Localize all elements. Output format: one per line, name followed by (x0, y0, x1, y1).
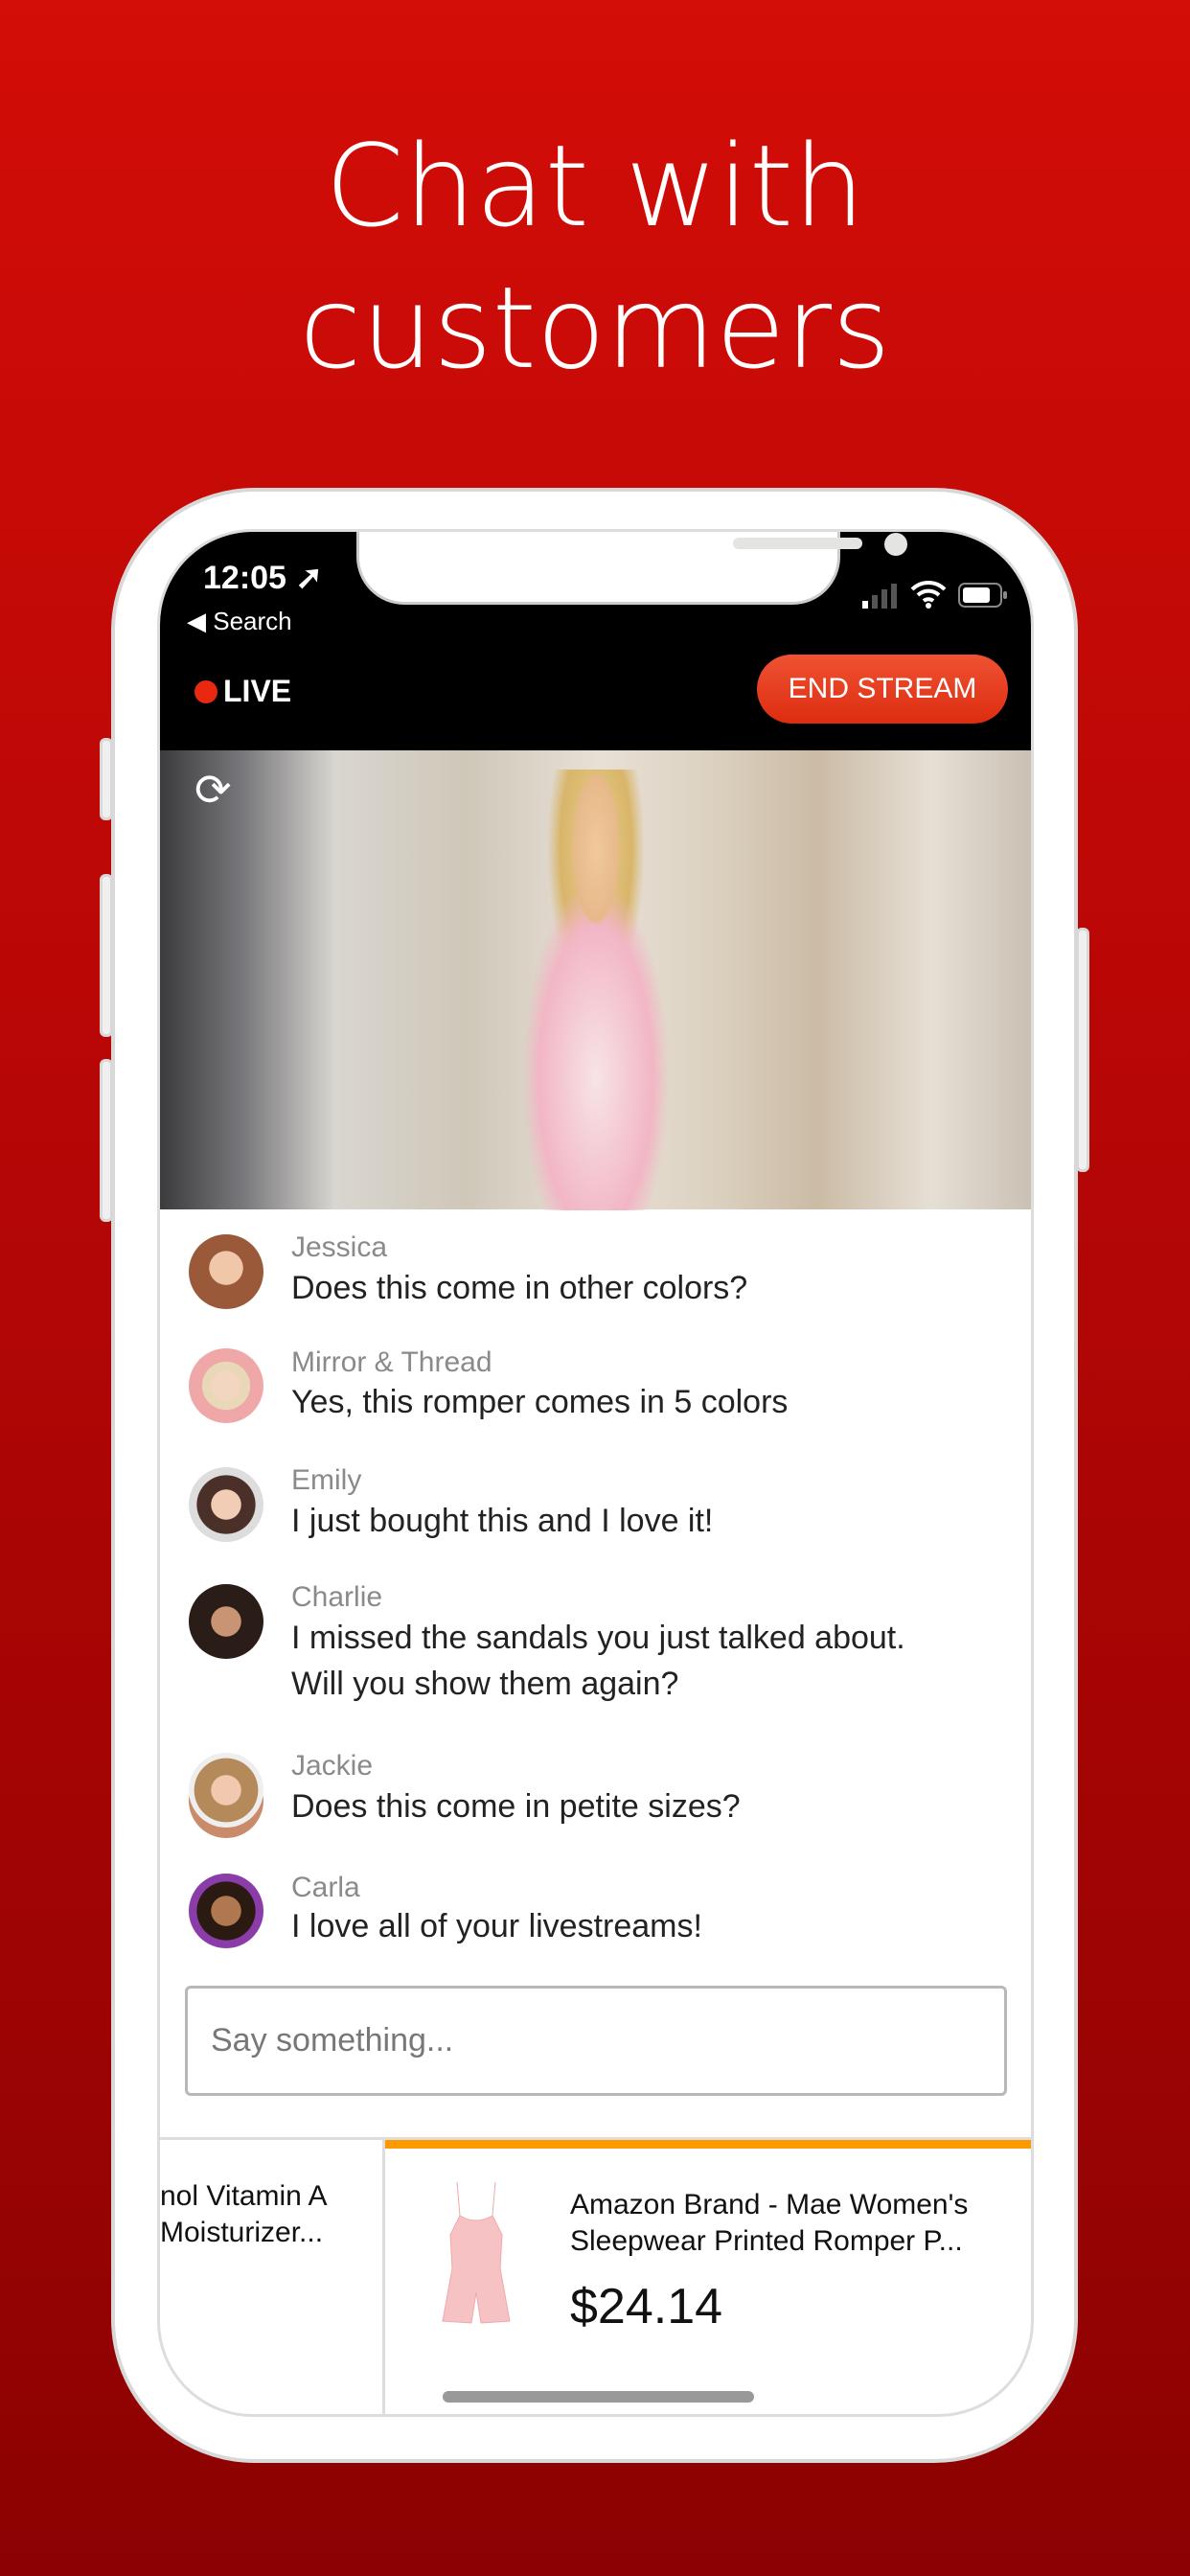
product-title-line-1: nol Vitamin A (160, 2180, 328, 2212)
speaker (733, 538, 862, 549)
battery-icon (958, 583, 1007, 608)
product-card-previous[interactable]: nol Vitamin A Moisturizer... (160, 2140, 385, 2414)
chat-name: Jessica (291, 1231, 388, 1263)
product-title: Amazon Brand - Mae Women's Sleepwear Pri… (570, 2187, 968, 2260)
chat-input-placeholder: Say something... (211, 2022, 454, 2058)
avatar-jessica (189, 1234, 263, 1309)
camera (884, 533, 907, 556)
chat-name: Charlie (291, 1581, 383, 1613)
live-indicator: LIVE (195, 674, 291, 709)
status-time: 12:05 ➚ (203, 559, 323, 597)
phone-screen: 12:05 ➚ ◀ Search LIVE END STREAM ⟳ Jessi… (157, 529, 1034, 2417)
signal-icon (862, 584, 897, 609)
avatar-carla (189, 1874, 263, 1948)
status-icons (862, 580, 1008, 609)
time-text: 12:05 (203, 560, 286, 596)
notch (356, 532, 907, 605)
back-to-search[interactable]: ◀ Search (187, 607, 292, 636)
back-triangle-icon: ◀ (187, 607, 206, 635)
power-button (1076, 928, 1089, 1172)
wifi-icon (910, 580, 947, 609)
avatar-mirror-thread (189, 1348, 263, 1423)
headline: Chat with customers (0, 115, 1190, 399)
host-video-figure (481, 770, 711, 1210)
avatar-jackie (189, 1753, 263, 1828)
product-price: $24.14 (570, 2279, 723, 2334)
chat-name: Carla (291, 1872, 360, 1903)
live-video[interactable]: ⟳ (160, 750, 1031, 1210)
chat-text: Does this come in other colors? (291, 1270, 748, 1306)
home-indicator[interactable] (443, 2391, 754, 2403)
back-label: Search (213, 607, 292, 635)
avatar-charlie (189, 1584, 263, 1659)
switch-camera-icon[interactable]: ⟳ (195, 764, 232, 816)
live-label: LIVE (223, 674, 292, 708)
product-title-line-2: Sleepwear Printed Romper P... (570, 2225, 963, 2257)
product-carousel[interactable]: nol Vitamin A Moisturizer... Amazon Bran… (160, 2137, 1031, 2414)
chat-text: Does this come in petite sizes? (291, 1788, 741, 1825)
headline-line-2: customers (299, 262, 891, 394)
headline-line-1: Chat with (325, 120, 865, 252)
chat-text-line-1: I missed the sandals you just talked abo… (291, 1620, 905, 1656)
chat-text: I just bought this and I love it! (291, 1503, 714, 1539)
chat-text-line-2: Will you show them again? (291, 1666, 679, 1702)
chat-text: I love all of your livestreams! (291, 1908, 702, 1944)
end-stream-button[interactable]: END STREAM (757, 655, 1008, 724)
chat-text: Yes, this romper comes in 5 colors (291, 1384, 789, 1420)
avatar-emily (189, 1467, 263, 1542)
chat-name: Jackie (291, 1750, 374, 1782)
chat-name: Mirror & Thread (291, 1346, 492, 1378)
product-title-line-2: Moisturizer... (160, 2217, 324, 2248)
chat-name: Emily (291, 1464, 362, 1496)
chat-input[interactable]: Say something... (185, 1986, 1007, 2096)
romper-product-image (442, 2181, 511, 2324)
location-arrow-icon: ➚ (295, 560, 323, 596)
live-dot-icon (195, 679, 217, 703)
product-card-current[interactable]: Amazon Brand - Mae Women's Sleepwear Pri… (385, 2140, 1031, 2414)
product-title-line-1: Amazon Brand - Mae Women's (570, 2189, 969, 2220)
